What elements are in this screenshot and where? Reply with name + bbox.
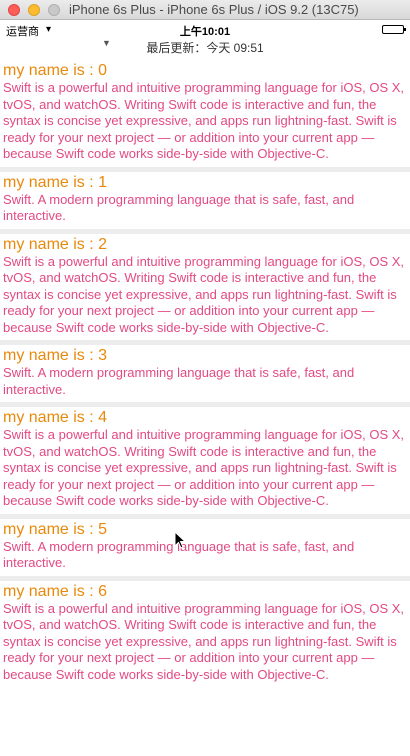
row-title: my name is : 0	[3, 62, 108, 79]
row-description: Swift is a powerful and intuitive progra…	[3, 80, 405, 161]
table-row[interactable]: my name is : 5 Swift. A modern programmin…	[0, 518, 410, 576]
table-row[interactable]: my name is : 2 Swift is a powerful and in…	[0, 233, 410, 340]
simulator-title-bar: iPhone 6s Plus - iPhone 6s Plus / iOS 9.…	[0, 0, 410, 20]
zoom-window-button[interactable]	[48, 4, 60, 16]
minimize-window-button[interactable]	[28, 4, 40, 16]
table-row[interactable]: my name is : 4 Swift is a powerful and in…	[0, 407, 410, 514]
battery-icon	[382, 25, 406, 34]
row-title: my name is : 4	[3, 409, 108, 426]
row-description: Swift. A modern programming language tha…	[3, 365, 355, 397]
row-description: Swift is a powerful and intuitive progra…	[3, 253, 405, 335]
ios-status-bar: 运营商 ▾ 上午10:01	[0, 20, 410, 38]
row-description: Swift is a powerful and intuitive progra…	[3, 427, 405, 508]
table-row[interactable]: my name is : 6 Swift is a powerful and in…	[0, 580, 410, 687]
mouse-cursor-icon	[174, 531, 186, 549]
window-title: iPhone 6s Plus - iPhone 6s Plus / iOS 9.…	[69, 2, 359, 17]
row-title: my name is : 3	[3, 347, 108, 364]
table-row[interactable]: my name is : 1 Swift. A modern programmin…	[0, 171, 410, 229]
table-view[interactable]: my name is : 0 Swift is a powerful and in…	[0, 60, 410, 687]
close-window-button[interactable]	[8, 4, 20, 16]
row-title: my name is : 5	[3, 520, 108, 538]
row-title: my name is : 1	[3, 173, 108, 191]
status-clock: 上午10:01	[179, 26, 231, 38]
pull-to-refresh-header: ▼ 最后更新：今天 09:51	[0, 38, 410, 60]
last-updated-label: 最后更新：今天 09:51	[146, 41, 264, 55]
row-title: my name is : 6	[3, 582, 108, 600]
row-description: Swift is a powerful and intuitive progra…	[3, 600, 405, 682]
row-description: Swift. A modern programming language tha…	[3, 538, 355, 571]
table-row[interactable]: my name is : 3 Swift. A modern programmin…	[0, 345, 410, 402]
row-title: my name is : 2	[3, 235, 108, 253]
row-description: Swift. A modern programming language tha…	[3, 191, 355, 224]
table-row[interactable]: my name is : 0 Swift is a powerful and in…	[0, 60, 410, 167]
